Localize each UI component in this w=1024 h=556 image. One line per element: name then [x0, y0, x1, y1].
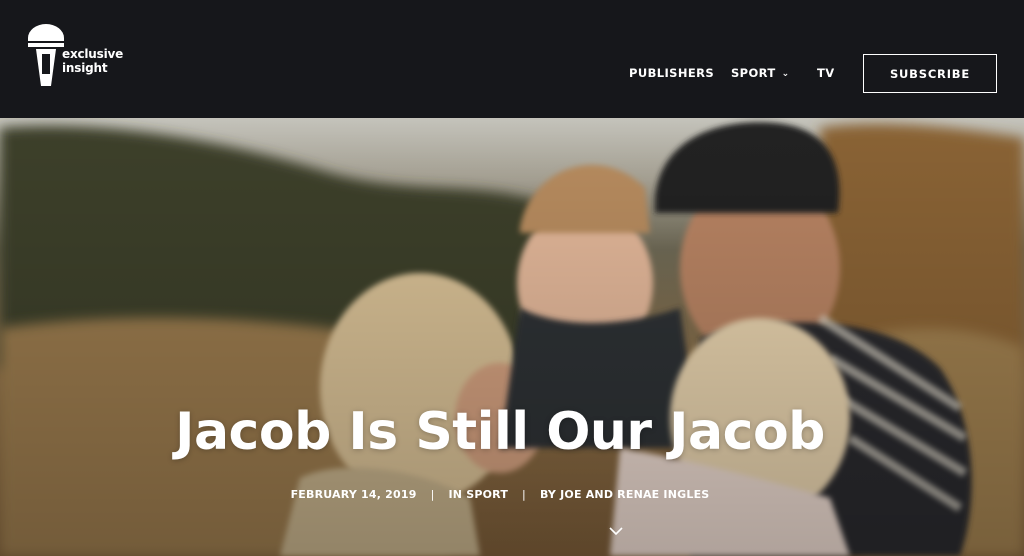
- microphone-icon: [28, 24, 64, 86]
- brand-name-line2: insight: [62, 61, 108, 75]
- nav-item-publishers[interactable]: PUBLISHERS: [629, 66, 714, 80]
- nav-item-sport[interactable]: SPORT ⌄: [731, 66, 790, 80]
- site-header: exclusive insight PUBLISHERS SPORT ⌄ TV S…: [0, 0, 1024, 118]
- nav-item-tv[interactable]: TV: [817, 66, 835, 80]
- chevron-down-icon: ⌄: [781, 69, 790, 79]
- brand-name: exclusive insight: [62, 47, 123, 75]
- article-title: Jacob Is Still Our Jacob: [175, 402, 825, 462]
- meta-separator: |: [522, 488, 526, 501]
- article-date: FEBRUARY 14, 2019: [290, 488, 417, 501]
- scroll-down-chevron-icon[interactable]: [608, 526, 624, 536]
- meta-separator: |: [430, 488, 435, 501]
- article-meta: FEBRUARY 14, 2019 | IN SPORT | BY JOE AND RE…: [0, 488, 1000, 501]
- nav-item-sport-label: SPORT: [731, 66, 776, 80]
- hero-banner: Jacob Is Still Our Jacob FEBRUARY 14, 20…: [0, 118, 1024, 556]
- article-author: BY JOE AND RENAE INGLES: [539, 488, 710, 501]
- site-logo[interactable]: exclusive insight: [26, 24, 136, 88]
- article-category[interactable]: IN SPORT: [448, 488, 508, 501]
- brand-name-line1: exclusive: [62, 47, 124, 61]
- subscribe-button[interactable]: SUBSCRIBE: [863, 54, 997, 93]
